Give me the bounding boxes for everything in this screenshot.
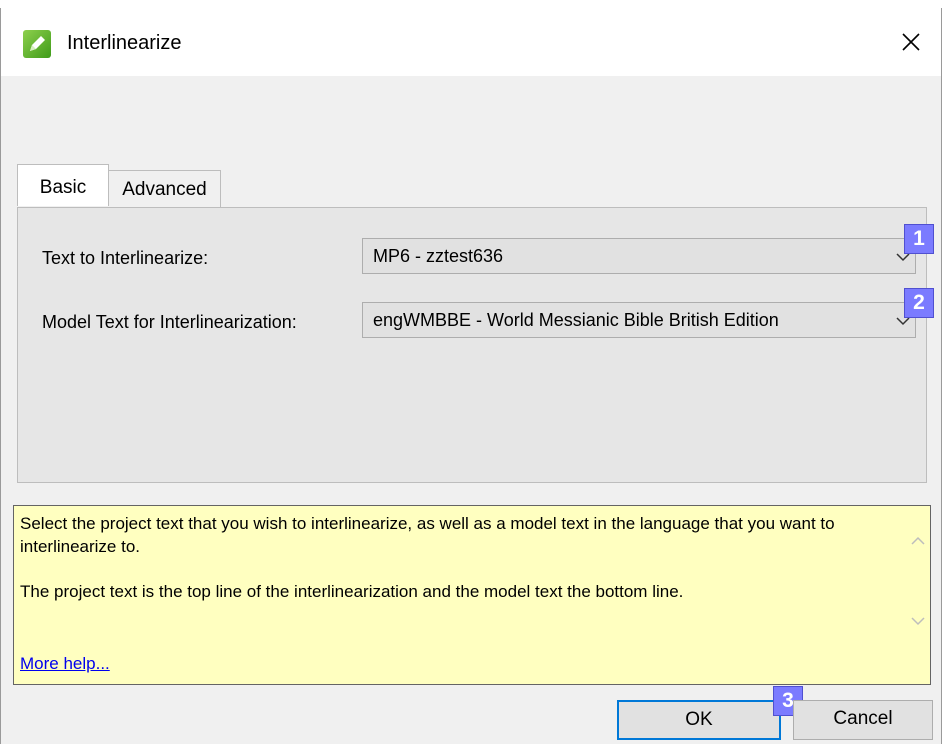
close-button[interactable]: [881, 8, 941, 76]
help-text: Select the project text that you wish to…: [20, 512, 890, 625]
cancel-button[interactable]: Cancel: [793, 700, 933, 740]
interlinearize-dialog: Interlinearize Basic Advanced Text to In…: [0, 8, 942, 744]
badge-2: 2: [904, 288, 934, 318]
more-help-link[interactable]: More help...: [20, 654, 110, 674]
text-to-interlinearize-value: MP6 - zztest636: [373, 246, 504, 266]
text-to-interlinearize-select[interactable]: MP6 - zztest636: [362, 238, 916, 274]
tab-basic[interactable]: Basic: [17, 164, 109, 206]
title-bar: Interlinearize: [1, 8, 941, 76]
background-cut-text: [12, 0, 19, 8]
text-to-interlinearize-label: Text to Interlinearize:: [42, 248, 209, 268]
scroll-up-icon[interactable]: [910, 536, 926, 546]
help-scrollbar[interactable]: [906, 506, 930, 656]
model-text-value: engWMBBE - World Messianic Bible British…: [373, 310, 779, 330]
tab-advanced[interactable]: Advanced: [109, 170, 221, 210]
close-icon: [902, 33, 920, 51]
badge-1: 1: [904, 224, 934, 254]
window-title: Interlinearize: [67, 32, 182, 54]
model-text-label: Model Text for Interlinearization:: [42, 312, 297, 332]
ok-button[interactable]: OK: [617, 700, 781, 740]
green-pencil-icon: [23, 30, 51, 58]
help-panel: Select the project text that you wish to…: [13, 505, 931, 685]
scroll-down-icon[interactable]: [910, 616, 926, 626]
help-paragraph-2: The project text is the top line of the …: [20, 582, 684, 601]
basic-tab-panel: Text to Interlinearize: MP6 - zztest636 …: [17, 207, 934, 483]
model-text-select[interactable]: engWMBBE - World Messianic Bible British…: [362, 302, 916, 338]
background-cut-text-strip: [0, 0, 944, 8]
help-paragraph-1: Select the project text that you wish to…: [20, 514, 835, 556]
